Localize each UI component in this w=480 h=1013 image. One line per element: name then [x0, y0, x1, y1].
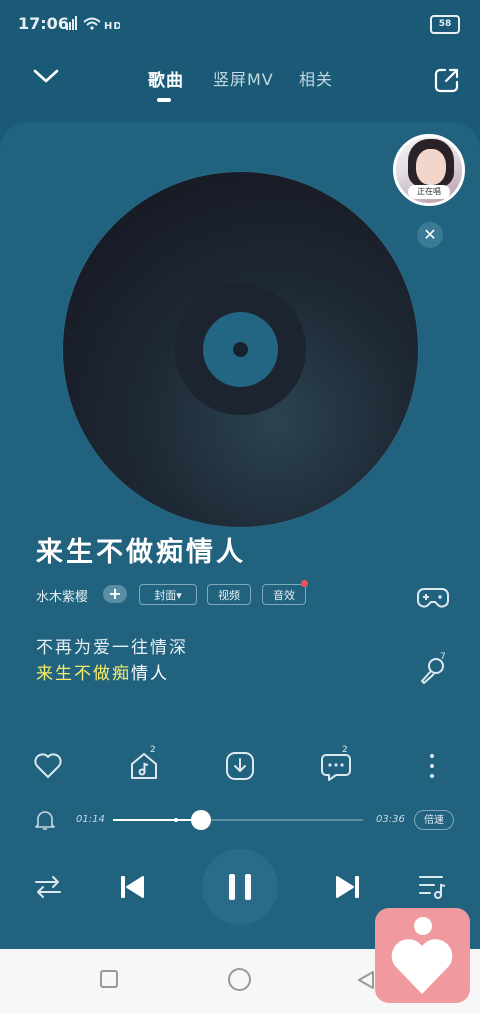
- previous-button[interactable]: [118, 873, 146, 905]
- cover-label: 封面: [154, 589, 177, 602]
- total-time: 03:36: [376, 814, 405, 825]
- lyric-line-current[interactable]: 来生不做痴情人: [36, 659, 169, 684]
- lyric-highlighted: 来生不做痴: [36, 664, 131, 684]
- shuffle-icon: [35, 876, 61, 898]
- repost-button[interactable]: [128, 750, 160, 786]
- clock: 17:06: [18, 14, 69, 33]
- playlist-button[interactable]: [418, 873, 448, 905]
- tab-related[interactable]: 相关: [299, 66, 333, 90]
- caret-down-icon: ▾: [176, 589, 182, 602]
- artist-name[interactable]: 水木紫樱: [36, 586, 88, 605]
- game-button[interactable]: [416, 586, 450, 614]
- sleep-timer-button[interactable]: [34, 808, 56, 836]
- tab-vertical-mv[interactable]: 竖屏MV: [213, 66, 274, 90]
- chevron-down-icon: [33, 69, 59, 83]
- next-button[interactable]: [334, 873, 362, 905]
- status-bar: 17:06 HD 58: [0, 0, 480, 48]
- pause-icon: [229, 874, 251, 900]
- current-time: 01:14: [76, 814, 105, 825]
- skip-next-icon: [336, 876, 359, 898]
- download-icon: [226, 752, 254, 780]
- video-label: 视频: [218, 589, 240, 602]
- plus-icon: +: [108, 584, 122, 603]
- close-avatar-button[interactable]: ✕: [417, 222, 443, 248]
- playback-speed-button[interactable]: 倍速: [414, 810, 454, 830]
- repost-count-badge: 2: [150, 745, 156, 755]
- recents-button[interactable]: [100, 970, 118, 988]
- back-button[interactable]: [355, 969, 377, 995]
- share-icon: [434, 68, 459, 93]
- more-vertical-icon: [430, 754, 434, 778]
- progress-marker: [174, 818, 178, 822]
- song-title: 来生不做痴情人: [36, 537, 246, 568]
- follow-artist-button[interactable]: +: [103, 585, 127, 603]
- like-button[interactable]: [33, 752, 63, 784]
- pause-button[interactable]: [202, 849, 278, 925]
- play-mode-button[interactable]: [34, 874, 62, 904]
- singer-avatar[interactable]: 正在唱: [393, 134, 465, 206]
- progress-knob[interactable]: [190, 810, 211, 830]
- floating-app-icon[interactable]: [375, 908, 470, 1003]
- lyric-rest: 情人: [131, 664, 169, 684]
- download-button[interactable]: [224, 750, 256, 786]
- record-hole: [233, 342, 248, 357]
- battery-indicator: 58: [430, 15, 460, 34]
- avatar-face: [416, 149, 446, 185]
- share-button[interactable]: [433, 66, 461, 98]
- cover-button[interactable]: 封面▾: [139, 584, 197, 605]
- playlist-icon: [419, 876, 446, 899]
- collapse-button[interactable]: [32, 66, 60, 90]
- svg-text:HD: HD: [104, 21, 120, 31]
- comment-icon: [321, 754, 351, 781]
- sound-effect-button[interactable]: 音效: [262, 584, 306, 605]
- close-icon: ✕: [423, 225, 437, 244]
- sound-effect-label: 音效: [273, 589, 295, 602]
- mic-count-badge: 7: [440, 652, 446, 662]
- gamepad-icon: [417, 588, 449, 608]
- bell-icon: [35, 811, 55, 830]
- skip-previous-icon: [121, 876, 144, 898]
- back-triangle-icon: [358, 971, 374, 989]
- comment-count-badge: 2: [342, 745, 348, 755]
- lyric-line-prev[interactable]: 不再为爱一往情深: [36, 633, 188, 658]
- home-button[interactable]: [228, 968, 251, 991]
- tab-song[interactable]: 歌曲: [148, 66, 184, 91]
- signal-wifi-icon: HD: [66, 16, 122, 32]
- comment-button[interactable]: [320, 752, 352, 786]
- more-button[interactable]: [424, 752, 440, 784]
- heart-icon: [34, 753, 62, 778]
- notification-dot: [301, 580, 308, 587]
- signal-indicator: HD: [66, 15, 122, 34]
- now-singing-tag: 正在唱: [408, 185, 450, 199]
- progress-fill: [113, 819, 201, 821]
- video-button[interactable]: 视频: [207, 584, 251, 605]
- heart-person-icon: [391, 917, 453, 994]
- tab-indicator: [157, 98, 171, 102]
